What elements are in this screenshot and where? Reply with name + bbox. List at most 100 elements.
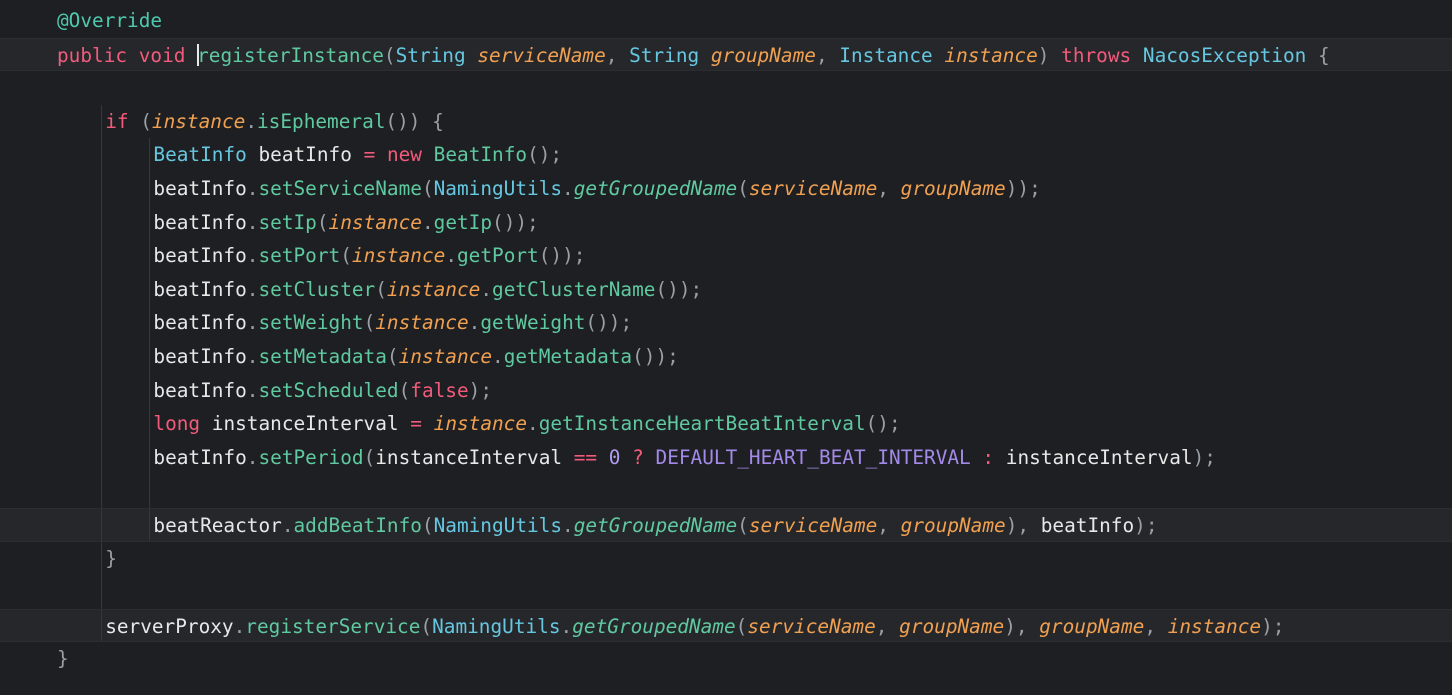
code-token: ());: [492, 210, 539, 234]
code-token: =: [363, 143, 376, 167]
code-token: getGroupedName: [572, 614, 736, 638]
code-token: instanceInterval: [211, 412, 399, 436]
code-line[interactable]: }: [0, 642, 1452, 676]
code-line[interactable]: long instanceInterval = instance.getInst…: [0, 407, 1452, 441]
indent-guide: [149, 508, 151, 541]
code-line[interactable]: beatReactor.addBeatInfo(NamingUtils.getG…: [0, 507, 1452, 542]
code-token: beatInfo: [258, 143, 352, 167]
indent-guide: [101, 306, 102, 340]
code-token: =: [410, 412, 422, 436]
indent-guide: [149, 474, 151, 508]
code-token: beatInfo: [153, 311, 247, 335]
code-line[interactable]: [0, 575, 1452, 609]
code-token: long: [153, 412, 201, 436]
code-line[interactable]: [0, 474, 1452, 508]
code-token: NamingUtils: [433, 176, 563, 200]
code-token: .: [562, 176, 574, 200]
code-line[interactable]: [0, 71, 1452, 105]
indent-guide: [101, 171, 102, 206]
code-token: .: [480, 277, 493, 301]
code-token: {: [1306, 43, 1330, 67]
code-token: ),: [1005, 513, 1041, 537]
indent-guide: [101, 339, 102, 374]
indent-guide: [101, 407, 102, 441]
code-token: setMetadata: [258, 344, 387, 368]
code-line[interactable]: beatInfo.setScheduled(false);: [0, 373, 1452, 408]
code-line[interactable]: beatInfo.setIp(instance.getIp());: [0, 205, 1452, 240]
code-line[interactable]: BeatInfo beatInfo = new BeatInfo();: [0, 138, 1452, 172]
code-token: .: [246, 344, 259, 368]
code-token: (: [375, 277, 387, 301]
code-token: ());: [585, 311, 633, 335]
code-token: .: [245, 109, 257, 133]
code-token: getGroupedName: [573, 513, 738, 537]
code-token: instance: [1167, 614, 1262, 638]
code-token: instance: [351, 244, 446, 268]
code-token: public: [57, 43, 128, 67]
code-token: beatReactor: [153, 513, 282, 537]
code-line[interactable]: beatInfo.setMetadata(instance.getMetadat…: [0, 339, 1452, 374]
code-line[interactable]: public void registerInstance(String serv…: [0, 37, 1452, 72]
code-line[interactable]: beatInfo.setWeight(instance.getWeight())…: [0, 306, 1452, 340]
code-editor[interactable]: @Override public void registerInstance(St…: [0, 0, 1452, 695]
code-token: serviceName: [748, 176, 878, 200]
code-token: serverProxy: [105, 614, 234, 638]
code-token: (: [735, 614, 748, 638]
code-token: setPort: [258, 244, 341, 268]
code-token: setScheduled: [258, 378, 399, 402]
code-token: (: [340, 244, 352, 268]
code-token: (: [421, 176, 434, 200]
code-token: ());: [538, 244, 586, 268]
indent-guide: [149, 339, 151, 374]
code-line[interactable]: beatInfo.setPeriod(instanceInterval == 0…: [0, 440, 1452, 475]
code-line-text: }: [57, 642, 69, 676]
code-token: ());: [632, 344, 679, 368]
indent-guide: [101, 239, 102, 273]
indent-guide: [101, 541, 102, 576]
code-token: instanceInterval: [1005, 445, 1193, 469]
indent-guide: [149, 171, 151, 206]
code-token: groupName: [900, 513, 1006, 537]
code-line-text: beatInfo.setPeriod(instanceInterval == 0…: [153, 441, 1216, 475]
code-line-text: beatInfo.setCluster(instance.getClusterN…: [153, 273, 702, 307]
indent-guide: [101, 474, 102, 508]
code-line[interactable]: if (instance.isEphemeral()) {: [0, 104, 1452, 139]
code-token: .: [246, 445, 259, 469]
code-token: instanceInterval: [375, 445, 563, 469]
code-line-text: @Override: [57, 4, 162, 38]
code-token: isEphemeral: [257, 109, 386, 133]
code-line[interactable]: beatInfo.setCluster(instance.getClusterN…: [0, 272, 1452, 307]
code-token: );: [1261, 614, 1285, 638]
code-token: getGroupedName: [573, 176, 738, 200]
code-token: (: [383, 43, 396, 67]
code-token: (: [398, 378, 411, 402]
indent-guide: [101, 609, 102, 642]
code-token: ),: [1004, 614, 1040, 638]
code-token: ());: [655, 277, 703, 301]
code-token: (: [386, 344, 399, 368]
code-token: .: [246, 378, 259, 402]
code-token: instance: [944, 43, 1038, 67]
code-line[interactable]: @Override: [0, 4, 1452, 38]
code-token: }: [57, 647, 69, 671]
code-line[interactable]: beatInfo.setServiceName(NamingUtils.getG…: [0, 171, 1452, 206]
code-line-text: beatInfo.setScheduled(false);: [153, 374, 492, 408]
code-token: beatInfo: [153, 277, 247, 301]
code-token: serviceName: [477, 43, 606, 67]
code-line[interactable]: }: [0, 541, 1452, 576]
code-line[interactable]: serverProxy.registerService(NamingUtils.…: [0, 608, 1452, 643]
code-token: beatInfo: [153, 210, 247, 234]
code-token: Instance: [839, 43, 933, 67]
code-token: ,: [877, 176, 901, 200]
indent-guide: [101, 138, 102, 172]
code-area[interactable]: @Override public void registerInstance(St…: [0, 4, 1452, 676]
code-line[interactable]: beatInfo.setPort(instance.getPort());: [0, 239, 1452, 273]
